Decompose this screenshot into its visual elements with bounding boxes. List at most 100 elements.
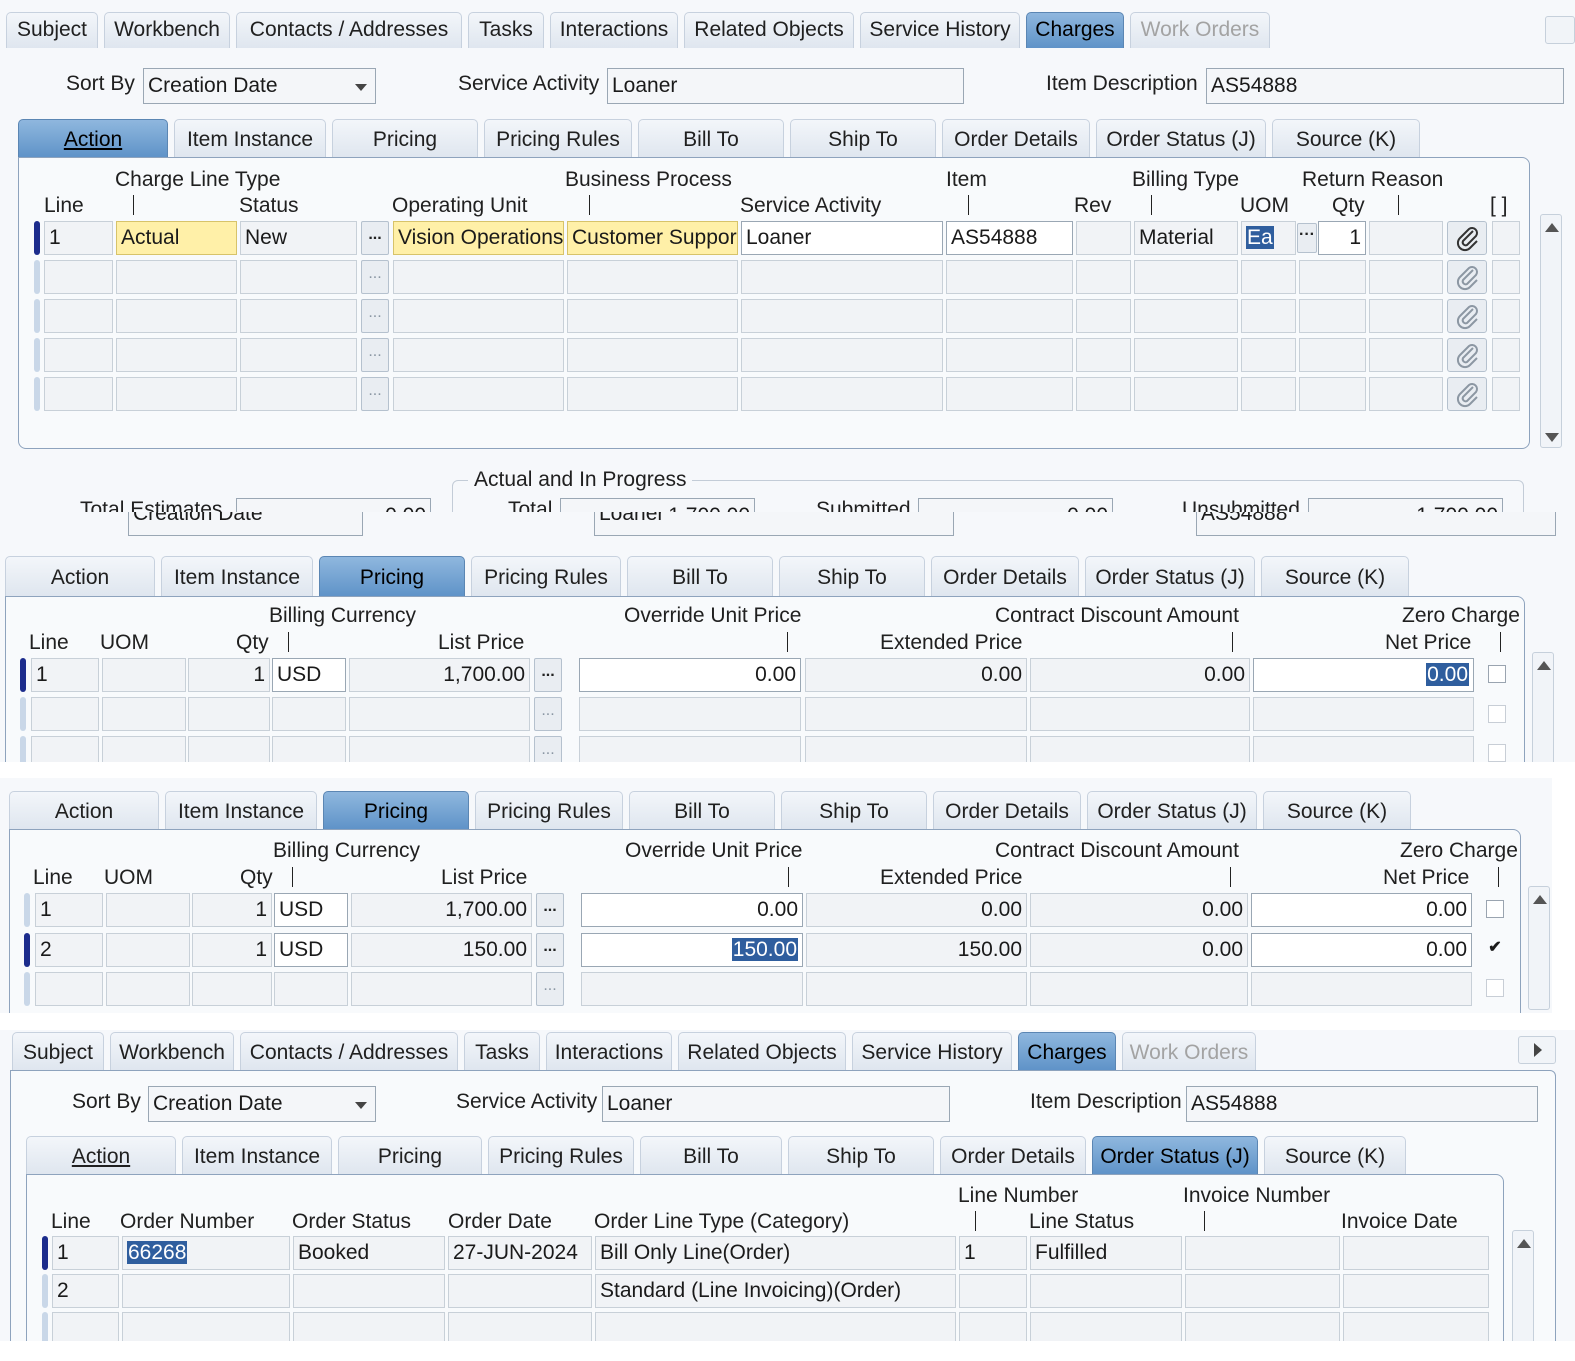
uom-cell[interactable] xyxy=(106,893,190,927)
subtab-pricing[interactable]: Pricing xyxy=(319,556,465,596)
uom-cell[interactable] xyxy=(1241,260,1296,294)
uom-cell[interactable] xyxy=(102,736,186,762)
invoice-number-cell[interactable] xyxy=(1185,1274,1340,1308)
order-line-type-cell[interactable]: Bill Only Line(Order) xyxy=(595,1236,956,1270)
tab-workbench[interactable]: Workbench xyxy=(104,12,230,48)
item-cell[interactable] xyxy=(946,299,1073,333)
rev-cell[interactable] xyxy=(1076,338,1131,372)
operating-unit-cell[interactable] xyxy=(393,299,564,333)
price-lov-button[interactable]: ... xyxy=(536,933,564,967)
vertical-scrollbar[interactable] xyxy=(1540,214,1562,448)
return-reason-cell[interactable] xyxy=(1369,260,1443,294)
subtab-pricing-rules[interactable]: Pricing Rules xyxy=(471,556,621,596)
tab-charges[interactable]: Charges xyxy=(1026,12,1124,48)
tab-tasks[interactable]: Tasks xyxy=(464,1032,540,1070)
rev-cell[interactable] xyxy=(1076,299,1131,333)
business-process-cell[interactable] xyxy=(567,299,738,333)
top-tab-scroll-button[interactable] xyxy=(1545,16,1575,44)
discount-amount-cell[interactable]: 0.00 xyxy=(1030,658,1250,692)
service-activity-field[interactable]: Loaner xyxy=(602,1086,950,1122)
line-cell[interactable] xyxy=(44,299,113,333)
price-lov-button[interactable]: ... xyxy=(536,893,564,927)
order-date-cell[interactable]: 27-JUN-2024 xyxy=(448,1236,592,1270)
rev-cell[interactable] xyxy=(1076,260,1131,294)
operating-unit-cell[interactable] xyxy=(393,260,564,294)
item-description-field[interactable]: AS54888 xyxy=(1206,68,1564,104)
list-price-cell[interactable]: 150.00 xyxy=(351,933,532,967)
discount-amount-cell[interactable] xyxy=(1030,736,1250,762)
price-lov-button[interactable]: ... xyxy=(534,736,562,762)
scroll-up-icon[interactable] xyxy=(1537,661,1551,670)
zero-charge-checkbox-checked[interactable]: ✔ xyxy=(1486,940,1504,958)
sort-by-select[interactable]: Creation Date xyxy=(143,68,376,104)
subtab-action[interactable]: Action xyxy=(26,1136,176,1174)
status-cell[interactable] xyxy=(240,260,357,294)
line-cell[interactable]: 1 xyxy=(31,658,99,692)
discount-amount-cell[interactable]: 0.00 xyxy=(1030,893,1248,927)
vertical-scrollbar[interactable] xyxy=(1528,886,1550,1010)
item-description-field[interactable]: AS54888 xyxy=(1186,1086,1538,1122)
line-cell[interactable] xyxy=(44,338,113,372)
qty-cell[interactable] xyxy=(192,972,272,1006)
discount-amount-cell[interactable] xyxy=(1030,697,1250,731)
invoice-date-cell[interactable] xyxy=(1343,1274,1489,1308)
status-cell[interactable] xyxy=(240,299,357,333)
subtab-bill-to[interactable]: Bill To xyxy=(629,791,775,829)
subtab-item-instance[interactable]: Item Instance xyxy=(165,791,317,829)
service-activity-field-cutoff[interactable]: Loaner xyxy=(594,512,954,536)
invoice-date-cell[interactable] xyxy=(1343,1236,1489,1270)
tab-service-history[interactable]: Service History xyxy=(852,1032,1012,1070)
extended-price-cell[interactable]: 0.00 xyxy=(806,893,1027,927)
currency-cell[interactable] xyxy=(272,736,346,762)
tab-subject[interactable]: Subject xyxy=(12,1032,104,1070)
subtab-item-instance[interactable]: Item Instance xyxy=(174,119,326,157)
line-number-cell[interactable] xyxy=(959,1274,1027,1308)
qty-cell[interactable] xyxy=(1299,338,1366,372)
billing-type-cell[interactable] xyxy=(1134,377,1238,411)
checkbox-cell[interactable] xyxy=(1492,338,1520,372)
tab-interactions[interactable]: Interactions xyxy=(546,1032,672,1070)
subtab-source[interactable]: Source (K) xyxy=(1263,791,1411,829)
tab-charges[interactable]: Charges xyxy=(1018,1032,1116,1070)
lov-button[interactable]: ... xyxy=(361,260,389,294)
service-activity-field[interactable]: Loaner xyxy=(607,68,964,104)
tab-subject[interactable]: Subject xyxy=(6,12,98,48)
subtab-bill-to[interactable]: Bill To xyxy=(627,556,773,596)
net-price-cell[interactable]: 0.00 xyxy=(1253,658,1474,692)
override-unit-price-cell[interactable] xyxy=(579,736,801,762)
order-line-type-cell[interactable] xyxy=(595,1312,956,1341)
service-activity-cell[interactable]: Loaner xyxy=(741,221,943,255)
subtab-pricing-rules[interactable]: Pricing Rules xyxy=(484,119,632,157)
status-cell[interactable] xyxy=(240,338,357,372)
attachment-button[interactable] xyxy=(1447,377,1487,411)
order-status-cell[interactable] xyxy=(293,1274,445,1308)
business-process-cell[interactable] xyxy=(567,260,738,294)
subtab-pricing-rules[interactable]: Pricing Rules xyxy=(488,1136,634,1174)
override-unit-price-cell[interactable] xyxy=(579,697,801,731)
subtab-order-status[interactable]: Order Status (J) xyxy=(1092,1136,1258,1174)
qty-cell[interactable] xyxy=(1299,299,1366,333)
return-reason-cell[interactable] xyxy=(1369,377,1443,411)
subtab-item-instance[interactable]: Item Instance xyxy=(182,1136,332,1174)
line-status-cell[interactable]: Fulfilled xyxy=(1030,1236,1182,1270)
tab-service-history[interactable]: Service History xyxy=(860,12,1020,48)
subtab-source[interactable]: Source (K) xyxy=(1272,119,1420,157)
business-process-cell[interactable] xyxy=(567,338,738,372)
override-unit-price-cell[interactable]: 0.00 xyxy=(581,893,803,927)
vertical-scrollbar[interactable] xyxy=(1512,1230,1534,1341)
subtab-pricing-rules[interactable]: Pricing Rules xyxy=(475,791,623,829)
subtab-action[interactable]: Action xyxy=(9,791,159,829)
scroll-up-icon[interactable] xyxy=(1533,895,1547,904)
item-description-field-cutoff[interactable]: AS54888 xyxy=(1196,512,1556,536)
extended-price-cell[interactable] xyxy=(806,972,1027,1006)
order-number-cell[interactable]: 66268 xyxy=(122,1236,290,1270)
tab-work-orders[interactable]: Work Orders xyxy=(1130,12,1270,48)
qty-cell[interactable]: 1 xyxy=(192,933,272,967)
line-cell[interactable] xyxy=(31,697,99,731)
operating-unit-cell[interactable] xyxy=(393,338,564,372)
net-price-cell[interactable] xyxy=(1253,697,1474,731)
subtab-ship-to[interactable]: Ship To xyxy=(790,119,936,157)
attachment-button[interactable] xyxy=(1447,260,1487,294)
order-status-cell[interactable]: Booked xyxy=(293,1236,445,1270)
extended-price-cell[interactable] xyxy=(805,736,1027,762)
